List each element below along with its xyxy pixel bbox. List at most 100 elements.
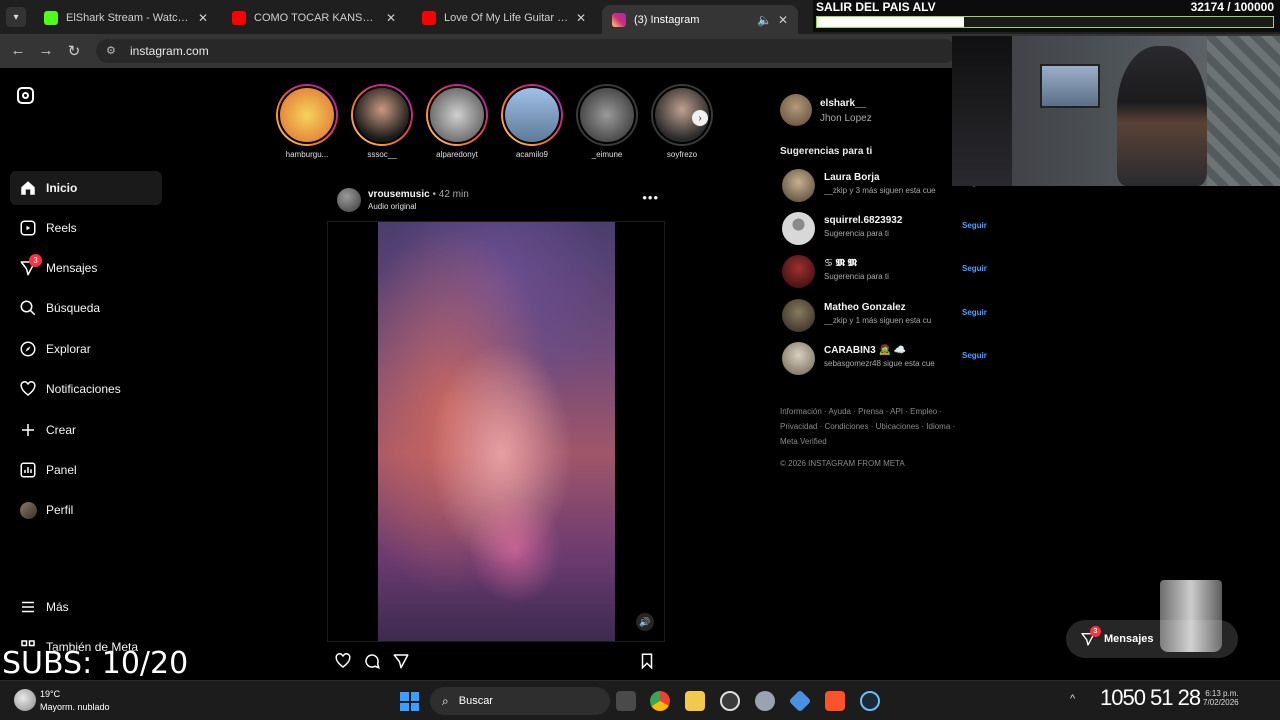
post-media[interactable]: 🔊 — [327, 221, 665, 642]
instagram-logo-icon[interactable] — [17, 87, 34, 104]
nav-mensajes[interactable]: 3 Mensajes — [10, 251, 162, 285]
goal-count: 32174 / 100000 — [1190, 0, 1274, 14]
messages-badge: 3 — [1090, 626, 1101, 637]
nav-perfil[interactable]: Perfil — [10, 493, 162, 527]
close-icon[interactable]: ✕ — [778, 13, 788, 27]
story-item[interactable]: acamilo9 — [501, 84, 563, 159]
share-icon[interactable] — [392, 652, 410, 670]
webcam-feed — [952, 36, 1280, 186]
suggestion-avatar[interactable] — [782, 169, 815, 202]
chrome-icon[interactable] — [650, 691, 670, 711]
home-icon — [21, 181, 35, 195]
bookmark-icon[interactable] — [638, 652, 656, 670]
search-icon — [20, 300, 36, 316]
weather-temp[interactable]: 19°C — [40, 689, 60, 699]
reload-icon[interactable]: ↻ — [65, 42, 83, 60]
like-heart-icon[interactable] — [334, 652, 352, 670]
nav-busqueda[interactable]: Búsqueda — [10, 291, 162, 325]
follow-button[interactable]: Seguir — [962, 351, 987, 360]
settings-icon[interactable] — [755, 691, 775, 711]
tab-elshark[interactable]: ElShark Stream - Watch Live on ✕ — [34, 5, 218, 31]
steam-icon[interactable] — [860, 691, 880, 711]
instagram-sidebar: Inicio Reels 3 Mensajes Búsqueda Explora… — [0, 68, 170, 688]
file-explorer-icon[interactable] — [685, 691, 705, 711]
webcam-chair — [952, 36, 1012, 186]
tab-instagram[interactable]: (3) Instagram 🔈 ✕ — [602, 5, 798, 34]
obs-icon[interactable] — [720, 691, 740, 711]
story-item[interactable]: alparedonyt — [426, 84, 488, 159]
profile-avatar — [19, 501, 37, 519]
suggestion-avatar[interactable] — [782, 212, 815, 245]
follow-button[interactable]: Seguir — [962, 221, 987, 230]
subs-counter: SUBS: 10/20 — [2, 646, 189, 681]
nav-panel[interactable]: Panel — [10, 453, 162, 487]
footer-links[interactable]: Información · Ayuda · Prensa · API · Emp… — [780, 404, 970, 449]
post-actions — [334, 650, 664, 672]
screen: ▾ ElShark Stream - Watch Live on ✕ COMO … — [0, 0, 1280, 720]
menu-icon — [22, 601, 34, 613]
comment-icon[interactable] — [363, 652, 381, 670]
weather-icon[interactable] — [14, 689, 36, 711]
system-clock[interactable]: 6:13 p.m. 7/02/2026 — [1203, 689, 1239, 707]
follow-button[interactable]: Seguir — [962, 264, 987, 273]
close-icon[interactable]: ✕ — [198, 11, 208, 25]
nav-explorar[interactable]: Explorar — [10, 332, 162, 366]
volume-icon[interactable]: 🔊 — [636, 613, 654, 631]
stream-clock: 1050 51 28 — [1100, 685, 1201, 710]
taskbar-search[interactable]: ⌕ Buscar — [430, 687, 610, 715]
story-avatar — [578, 86, 636, 144]
story-item[interactable]: sssoc__ — [351, 84, 413, 159]
kick-icon — [44, 11, 58, 25]
nav-mas[interactable]: Más — [10, 590, 162, 624]
brave-icon[interactable] — [825, 691, 845, 711]
reels-icon — [20, 220, 36, 236]
app-icon[interactable] — [788, 689, 812, 713]
copyright: © 2026 INSTAGRAM FROM META — [780, 459, 905, 468]
story-avatar — [503, 86, 561, 144]
speaker-icon[interactable]: 🔈 — [757, 13, 772, 27]
story-item[interactable]: _eimune — [576, 84, 638, 159]
forward-icon[interactable]: → — [37, 42, 55, 59]
tab-kansas[interactable]: COMO TOCAR KANSAS DUST IN ✕ — [222, 5, 406, 31]
follow-button[interactable]: Seguir — [962, 308, 987, 317]
nav-crear[interactable]: Crear — [10, 413, 162, 447]
my-avatar[interactable] — [780, 94, 812, 126]
nav-notificaciones[interactable]: Notificaciones — [10, 372, 162, 406]
suggestions-title: Sugerencias para ti — [780, 146, 873, 157]
suggestion-avatar[interactable] — [782, 255, 815, 288]
nav-reels[interactable]: Reels — [10, 211, 162, 245]
close-icon[interactable]: ✕ — [576, 11, 586, 25]
story-item[interactable]: hamburgu... — [276, 84, 338, 159]
weather-desc[interactable]: Mayorm. nublado — [40, 702, 110, 712]
windows-start-icon[interactable] — [400, 692, 419, 711]
suggestion-item: squirrel.6823932 Sugerencia para ti Segu… — [782, 212, 992, 246]
story-avatar — [353, 86, 411, 144]
suggestion-item: Matheo Gonzalez __zkip y 1 más siguen es… — [782, 299, 992, 333]
url-field[interactable]: ⚙ instagram.com — [96, 39, 956, 63]
explore-icon — [20, 341, 36, 357]
more-options-icon[interactable]: ••• — [642, 190, 659, 205]
tab-love-of-my-life[interactable]: Love Of My Life Guitar Cover A ✕ — [412, 5, 596, 31]
post-audio-link[interactable]: Audio original — [368, 202, 416, 211]
close-icon[interactable]: ✕ — [386, 11, 396, 25]
chevron-right-icon[interactable]: › — [692, 110, 708, 126]
webcam-wall — [1207, 36, 1280, 186]
story-avatar — [278, 86, 336, 144]
goal-title: SALIR DEL PAIS ALV — [816, 0, 936, 14]
tab-search-button[interactable]: ▾ — [6, 7, 26, 27]
webcam-monitor — [1040, 64, 1100, 108]
site-info-icon[interactable]: ⚙ — [106, 44, 120, 58]
suggestion-avatar[interactable] — [782, 299, 815, 332]
back-icon[interactable]: ← — [9, 42, 27, 59]
suggestion-avatar[interactable] — [782, 342, 815, 375]
post-video[interactable] — [378, 222, 615, 641]
post-author-avatar[interactable] — [337, 188, 361, 212]
my-username[interactable]: elshark__ — [820, 98, 866, 109]
nav-inicio[interactable]: Inicio — [10, 171, 162, 205]
task-view-icon[interactable] — [616, 691, 636, 711]
search-icon: ⌕ — [442, 693, 449, 708]
dashboard-icon — [20, 462, 36, 478]
post-author[interactable]: vrousemusic • 42 min — [368, 189, 469, 200]
plus-icon — [22, 424, 34, 436]
tray-chevron-icon[interactable]: ^ — [1070, 693, 1075, 705]
